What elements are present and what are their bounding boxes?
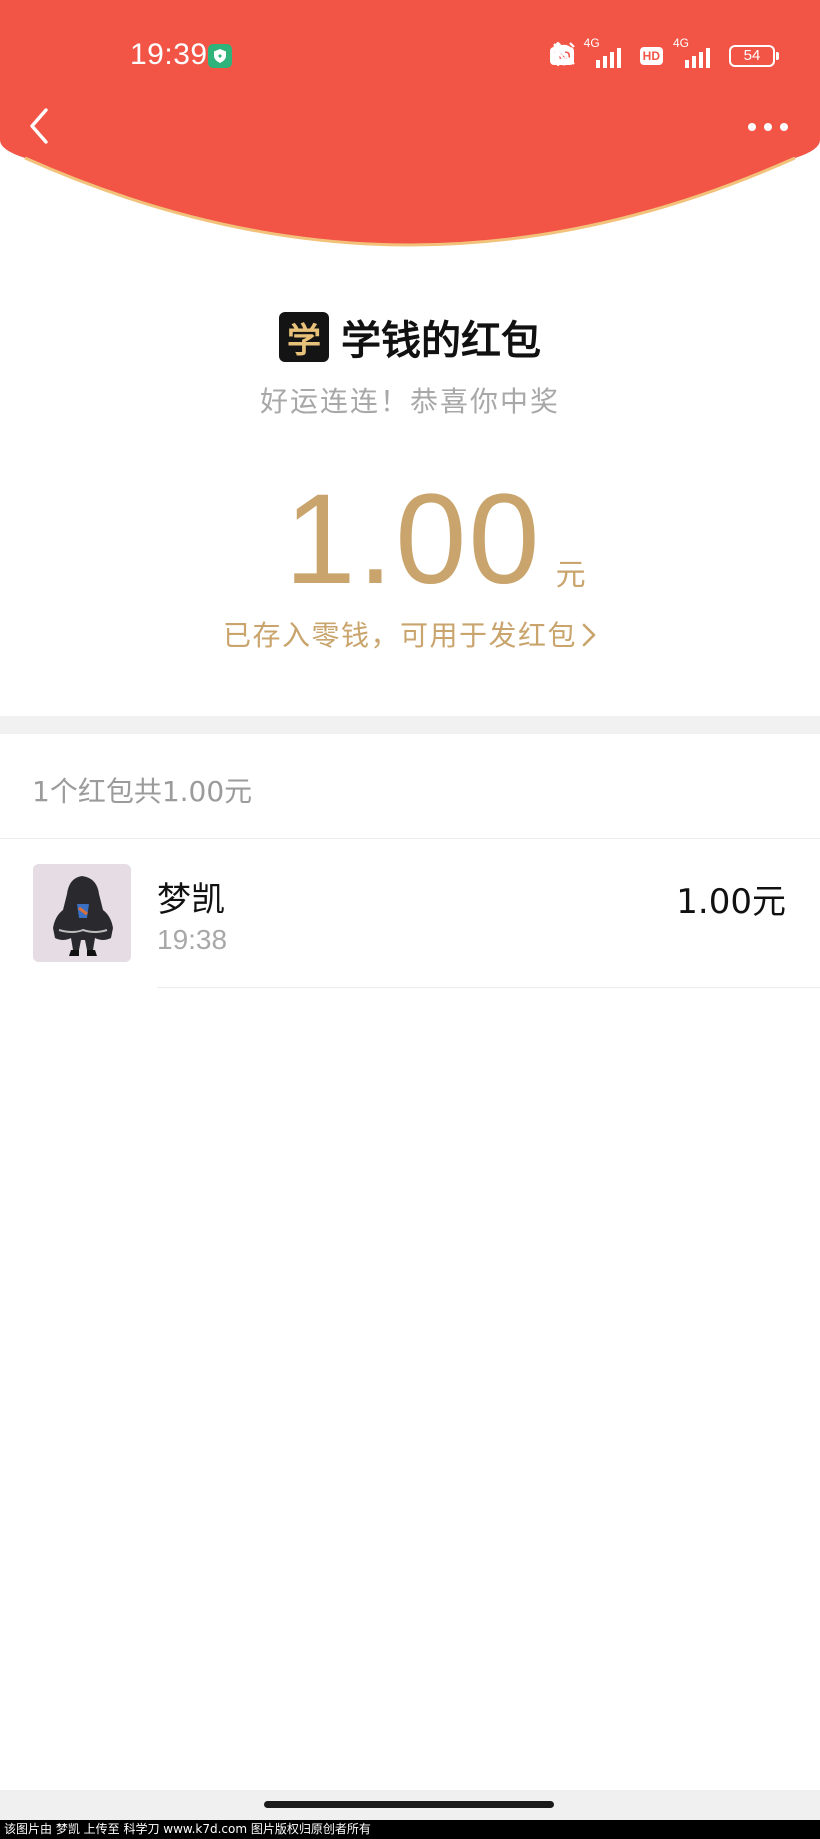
signal-icon	[685, 48, 710, 68]
alarm-icon	[553, 42, 576, 66]
red-packet-title: 学钱的红包	[341, 318, 541, 364]
signal-icon	[595, 48, 621, 68]
more-icon	[748, 123, 788, 131]
back-arrow-icon	[30, 108, 48, 144]
red-packet-detail-page: 19:39 HD 4G HD 4G 54 学 学钱的红包 好运连连！恭喜你中奖 …	[0, 0, 820, 1839]
recipient-name: 梦凯	[157, 880, 225, 920]
battery-level: 54	[743, 47, 761, 64]
status-icons: HD 4G HD 4G 54	[550, 36, 779, 72]
amount-display: 1.00 元	[0, 468, 820, 611]
divider-line	[0, 838, 820, 839]
signal-group-2: 4G	[673, 36, 719, 72]
back-button[interactable]	[20, 104, 64, 148]
avatar-image	[33, 864, 131, 962]
amount-value: 1.00	[284, 468, 542, 611]
recipient-avatar[interactable]	[33, 864, 131, 962]
status-time: 19:39	[130, 38, 208, 71]
signal-group-1: 4G	[584, 36, 630, 72]
chevron-right-icon	[582, 623, 596, 647]
recipient-time: 19:38	[157, 924, 228, 955]
saved-to-change-link[interactable]: 已存入零钱，可用于发红包	[0, 614, 820, 654]
sender-row: 学 学钱的红包	[0, 310, 820, 364]
red-envelope-header: 19:39 HD 4G HD 4G 54	[0, 0, 820, 250]
packet-summary: 1个红包共1.00元	[32, 775, 253, 808]
security-shield-icon	[208, 44, 232, 68]
status-bar: 19:39 HD 4G HD 4G 54	[0, 28, 820, 84]
hd-badge: HD	[639, 47, 663, 65]
more-button[interactable]	[744, 112, 792, 142]
sender-avatar[interactable]: 学	[279, 312, 329, 362]
battery-icon: 54	[729, 45, 779, 67]
amount-unit: 元	[555, 558, 586, 593]
recipient-amount: 1.00元	[676, 882, 786, 922]
saved-to-change-text: 已存入零钱，可用于发红包	[222, 619, 577, 652]
section-divider	[0, 716, 820, 734]
divider-line	[157, 987, 820, 988]
recipient-row[interactable]: 梦凯 19:38 1.00元	[0, 862, 820, 988]
watermark-text: 该图片由 梦凯 上传至 科学刀 www.k7d.com 图片版权归原创者所有	[0, 1820, 820, 1839]
greeting-text: 好运连连！恭喜你中奖	[259, 385, 560, 418]
home-indicator[interactable]	[264, 1801, 554, 1808]
